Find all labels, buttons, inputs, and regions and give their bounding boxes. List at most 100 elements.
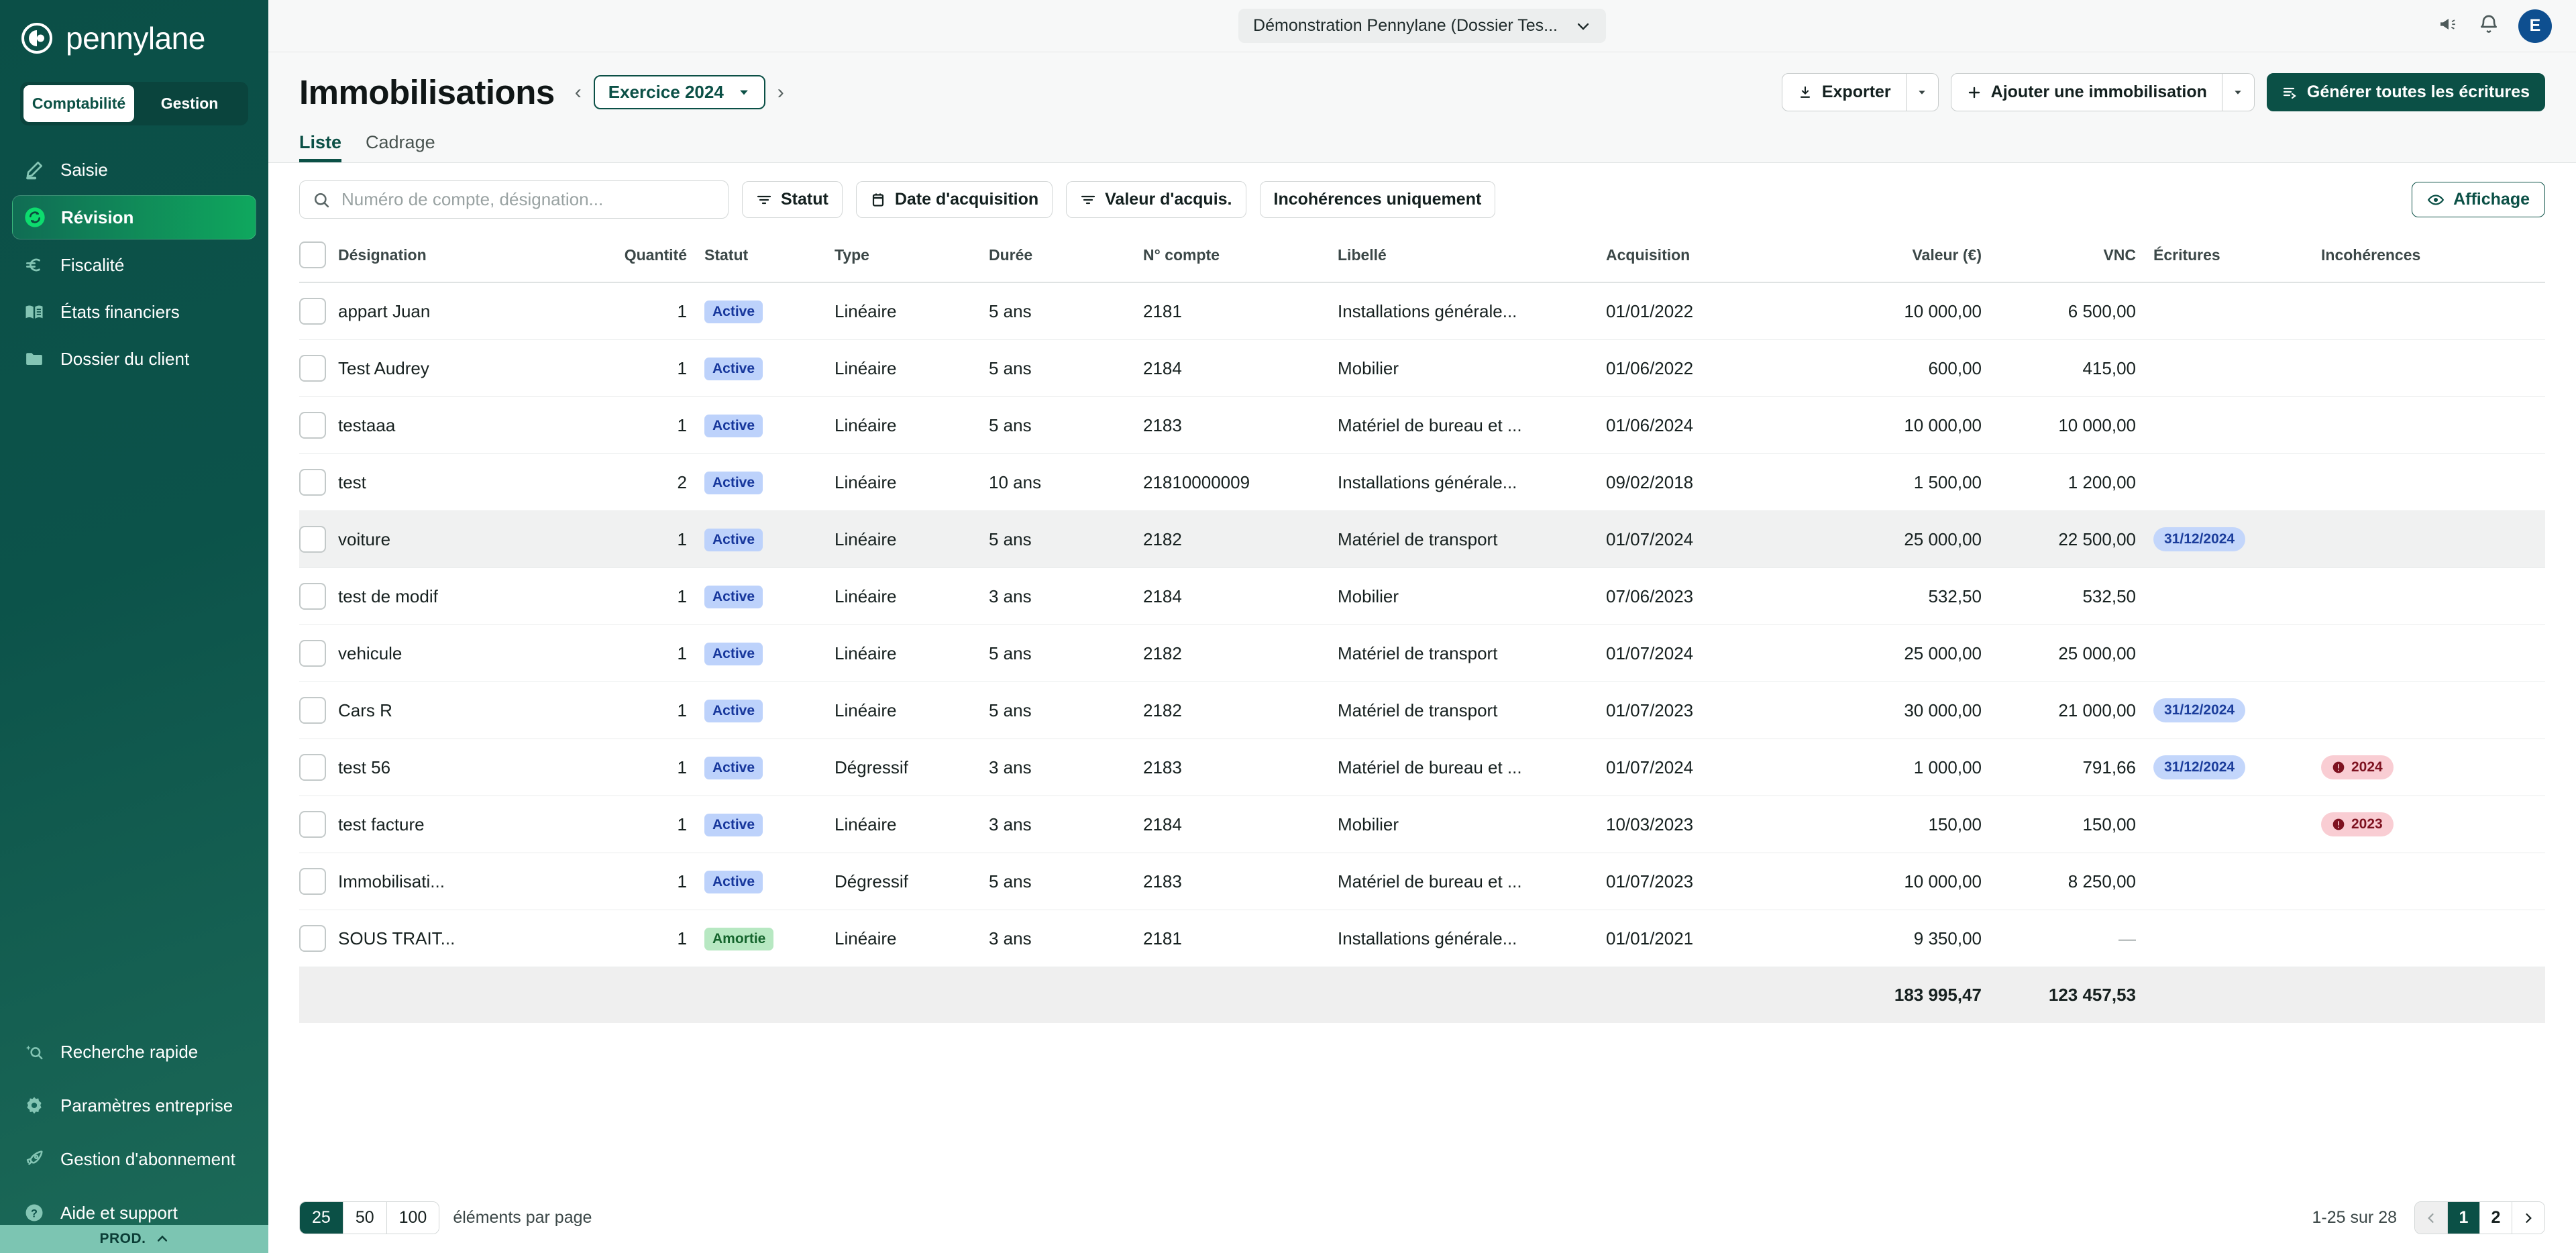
row-checkbox[interactable] — [299, 697, 326, 724]
ecriture-badge[interactable]: 31/12/2024 — [2153, 698, 2246, 722]
table-row[interactable]: test de modif 1 Active Linéaire 3 ans 2184 Mob… — [299, 567, 2545, 625]
col-statut[interactable]: Statut — [687, 233, 835, 283]
company-selector[interactable]: Démonstration Pennylane (Dossier Tes... — [1238, 9, 1606, 43]
sidebar-item-fiscalite[interactable]: Fiscalité — [12, 243, 256, 286]
cell-quantite: 1 — [593, 739, 687, 796]
fiscal-year-select[interactable]: Exercice 2024 — [593, 75, 765, 109]
row-checkbox[interactable] — [299, 583, 326, 610]
megaphone-icon[interactable] — [2438, 13, 2459, 38]
filter-valeur-acquis-button[interactable]: Valeur d'acquis. — [1066, 181, 1246, 218]
cell-ecritures — [2136, 853, 2304, 910]
sidebar-item-gestion-abonnement[interactable]: Gestion d'abonnement — [12, 1138, 256, 1181]
fiscal-year-prev-icon[interactable]: ‹ — [572, 81, 584, 104]
col-ecritures[interactable]: Écritures — [2136, 233, 2304, 283]
col-incoherences[interactable]: Incohérences — [2304, 233, 2545, 283]
table-row[interactable]: Test Audrey 1 Active Linéaire 5 ans 2184 Mobil… — [299, 339, 2545, 397]
incoherence-badge[interactable]: 2024 — [2321, 755, 2394, 779]
cell-acquisition: 01/07/2024 — [1606, 510, 1801, 568]
col-no-compte[interactable]: N° compte — [1143, 233, 1338, 283]
pagination-page-1[interactable]: 1 — [2448, 1202, 2480, 1234]
select-all-cell — [299, 233, 338, 283]
row-checkbox[interactable] — [299, 640, 326, 667]
per-page-25[interactable]: 25 — [300, 1202, 343, 1234]
table-row[interactable]: testaaa 1 Active Linéaire 5 ans 2183 Matériel … — [299, 396, 2545, 454]
col-valeur[interactable]: Valeur (€) — [1801, 233, 1982, 283]
filter-icon — [757, 195, 771, 204]
sidebar-item-recherche-rapide[interactable]: Recherche rapide — [12, 1030, 256, 1073]
col-designation[interactable]: Désignation — [338, 233, 593, 283]
generate-entries-button[interactable]: Générer toutes les écritures — [2266, 73, 2545, 111]
cell-incoherences — [2304, 453, 2545, 511]
incoherence-badge[interactable]: 2023 — [2321, 812, 2394, 836]
avatar[interactable]: E — [2518, 9, 2552, 43]
pagination-page-2[interactable]: 2 — [2480, 1202, 2512, 1234]
cell-statut: Active — [687, 853, 835, 910]
table-row[interactable]: test facture 1 Active Linéaire 3 ans 2184 Mobi… — [299, 796, 2545, 853]
per-page-100[interactable]: 100 — [386, 1202, 439, 1234]
per-page-50[interactable]: 50 — [343, 1202, 387, 1234]
table-row[interactable]: vehicule 1 Active Linéaire 5 ans 2182 Matériel… — [299, 624, 2545, 682]
cell-designation: appart Juan — [338, 282, 593, 340]
add-caret-button[interactable] — [2222, 73, 2255, 111]
filter-date-acquisition-button[interactable]: Date d'acquisition — [855, 181, 1053, 218]
sidebar-item-saisie[interactable]: Saisie — [12, 148, 256, 191]
table-row[interactable]: Cars R 1 Active Linéaire 5 ans 2182 Matériel d… — [299, 682, 2545, 739]
sidebar-item-parametres-entreprise[interactable]: Paramètres entreprise — [12, 1084, 256, 1127]
env-indicator[interactable]: PROD. — [0, 1225, 268, 1253]
cell-type: Dégressif — [835, 739, 989, 796]
sidebar-item-revision[interactable]: Révision — [12, 195, 256, 239]
row-checkbox[interactable] — [299, 298, 326, 325]
display-settings-button[interactable]: Affichage — [2412, 182, 2545, 217]
table-row[interactable]: test 2 Active Linéaire 10 ans 21810000009 Inst… — [299, 453, 2545, 511]
sidebar-item-dossier-client[interactable]: Dossier du client — [12, 337, 256, 380]
sidebar-item-etats-financiers[interactable]: États financiers — [12, 290, 256, 333]
row-checkbox[interactable] — [299, 811, 326, 838]
segment-comptabilite[interactable]: Comptabilité — [23, 85, 134, 122]
row-checkbox[interactable] — [299, 526, 326, 553]
cell-duree: 5 ans — [989, 682, 1143, 739]
col-acquisition[interactable]: Acquisition — [1606, 233, 1801, 283]
cell-designation: test — [338, 453, 593, 511]
brand[interactable]: pennylane — [0, 0, 268, 56]
table-row[interactable]: voiture 1 Active Linéaire 5 ans 2182 Matériel … — [299, 510, 2545, 568]
cell-no-compte: 2183 — [1143, 396, 1338, 454]
fiscal-year-next-icon[interactable]: › — [775, 81, 787, 104]
pagination-prev-button[interactable] — [2415, 1202, 2448, 1234]
table-row[interactable]: SOUS TRAIT... 1 Amortie Linéaire 3 ans 2181 In… — [299, 910, 2545, 967]
tab-liste[interactable]: Liste — [299, 132, 341, 162]
add-immobilisation-button[interactable]: Ajouter une immobilisation — [1950, 73, 2222, 111]
bell-icon[interactable] — [2478, 13, 2500, 38]
cell-type: Linéaire — [835, 453, 989, 511]
filter-incoherences-button[interactable]: Incohérences uniquement — [1259, 181, 1496, 218]
row-checkbox[interactable] — [299, 469, 326, 496]
pagination-next-button[interactable] — [2512, 1202, 2544, 1234]
col-type[interactable]: Type — [835, 233, 989, 283]
row-checkbox[interactable] — [299, 925, 326, 952]
segment-gestion[interactable]: Gestion — [134, 85, 245, 122]
search-input[interactable]: Numéro de compte, désignation... — [299, 180, 729, 219]
col-duree[interactable]: Durée — [989, 233, 1143, 283]
sidebar-item-label: Révision — [61, 207, 134, 227]
col-vnc[interactable]: VNC — [1982, 233, 2136, 283]
row-checkbox[interactable] — [299, 355, 326, 382]
total-valeur: 183 995,47 — [1801, 967, 1982, 1023]
table-row[interactable]: test 56 1 Active Dégressif 3 ans 2183 Matériel… — [299, 739, 2545, 796]
tab-cadrage[interactable]: Cadrage — [366, 132, 435, 162]
col-quantite[interactable]: Quantité — [593, 233, 687, 283]
row-checkbox[interactable] — [299, 412, 326, 439]
select-all-checkbox[interactable] — [299, 241, 326, 268]
ecriture-badge[interactable]: 31/12/2024 — [2153, 527, 2246, 551]
table-row[interactable]: appart Juan 1 Active Linéaire 5 ans 2181 Insta… — [299, 282, 2545, 340]
row-checkbox[interactable] — [299, 868, 326, 895]
col-libelle[interactable]: Libellé — [1338, 233, 1606, 283]
ecriture-badge[interactable]: 31/12/2024 — [2153, 755, 2246, 779]
generate-label: Générer toutes les écritures — [2306, 83, 2530, 101]
row-checkbox[interactable] — [299, 754, 326, 781]
cell-no-compte: 2182 — [1143, 624, 1338, 682]
filter-statut-button[interactable]: Statut — [742, 181, 843, 218]
export-button[interactable]: Exporter — [1781, 73, 1907, 111]
export-caret-button[interactable] — [1906, 73, 1939, 111]
cell-ecritures: 31/12/2024 — [2136, 510, 2304, 568]
table-row[interactable]: Immobilisati... 1 Active Dégressif 5 ans 2183… — [299, 853, 2545, 910]
cell-no-compte: 21810000009 — [1143, 453, 1338, 511]
